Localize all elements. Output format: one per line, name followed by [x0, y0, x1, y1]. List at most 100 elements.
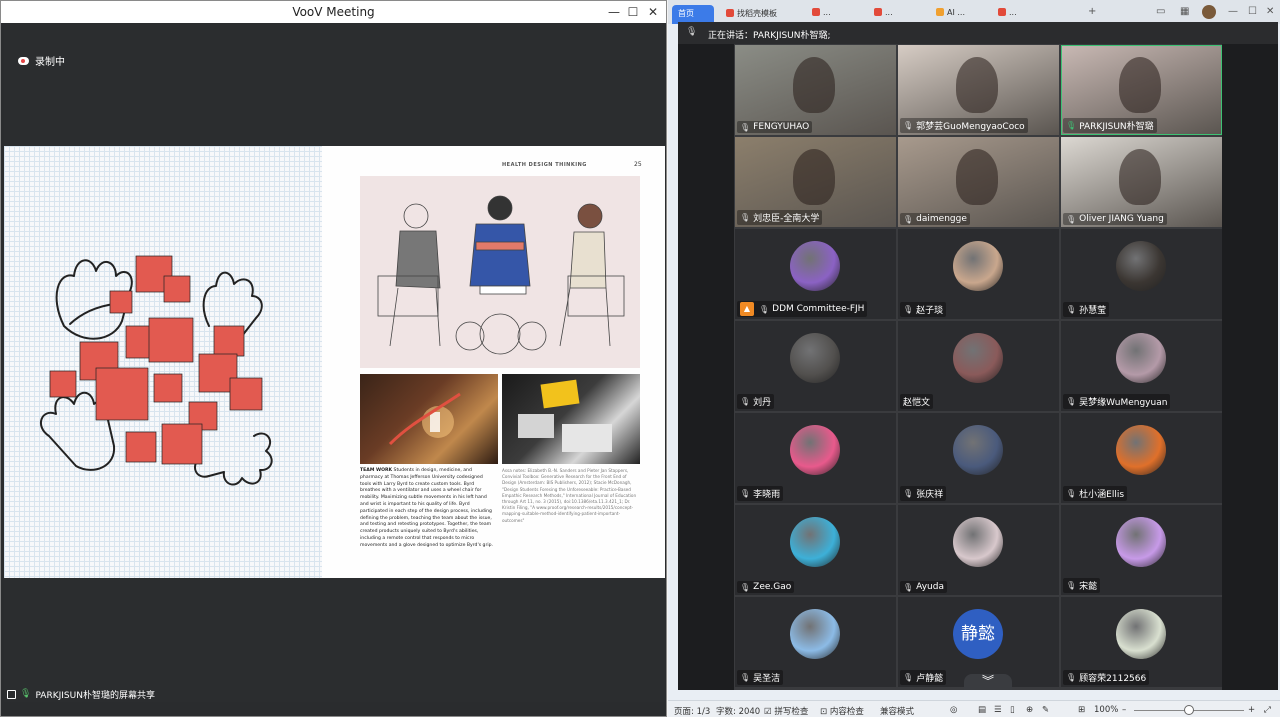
avatar	[790, 609, 840, 659]
ai-icon	[936, 8, 944, 16]
caption-notes: Assa notes: Elizabeth B.-N. Sanders and …	[502, 468, 637, 523]
participant-name: 🎙 吴圣洁	[737, 670, 784, 685]
participant-tile[interactable]: 🎙 Ayuda	[898, 505, 1059, 595]
compat-mode: 兼容模式	[880, 707, 915, 717]
participant-name: 🎙 李晓雨	[737, 486, 784, 501]
zoom-slider-knob[interactable]	[1184, 705, 1194, 715]
meeting-gallery: 🎙 正在讲话：PARKJISUN朴智璐; 🎙 FENGYUHAO 🎙 郭梦芸GuoMe…	[678, 22, 1278, 690]
participant-name: 🎙 宋懿	[1063, 578, 1101, 593]
new-tab-button[interactable]: +	[1088, 6, 1096, 17]
fit-icon[interactable]: ⊞	[1078, 705, 1085, 715]
participant-tile[interactable]: 🎙 吴梦缘WuMengyuan	[1061, 321, 1222, 411]
participant-video	[956, 57, 998, 113]
participant-tile[interactable]: 🎙 张庆祥	[898, 413, 1059, 503]
mic-icon: 🎙	[686, 27, 698, 37]
participant-name: 🎙 杜小涵Ellis	[1063, 486, 1128, 501]
page-view-icon[interactable]: ▤	[978, 705, 986, 715]
avatar	[790, 333, 840, 383]
mic-icon: 🎙	[759, 304, 770, 314]
participant-name: 🎙 刘丹	[737, 394, 775, 409]
participant-tile[interactable]: 🎙 Zee.Gao	[735, 505, 896, 595]
user-avatar[interactable]	[1202, 5, 1216, 19]
participant-name: 🎙 FENGYUHAO	[737, 121, 813, 133]
participant-tile[interactable]: 🎙 郭梦芸GuoMengyaoCoco	[898, 45, 1059, 135]
browser-window: 首页 找稻壳模板 ... ... AI ... ... + ▭ ▦ — ☐ ✕ …	[668, 0, 1280, 717]
participant-name: 🎙 吴梦缘WuMengyuan	[1063, 394, 1171, 409]
photo-hands-wires	[360, 374, 498, 464]
maximize-icon[interactable]: ☐	[1248, 6, 1257, 17]
tab-bar: 首页 找稻壳模板 ... ... AI ... ... + ▭ ▦ — ☐ ✕	[668, 0, 1280, 24]
mic-icon: 🎙	[1066, 397, 1077, 406]
doc-icon	[998, 8, 1006, 16]
participant-tile[interactable]: 🎙 赵子琰	[898, 229, 1059, 319]
scroll-down-button[interactable]: ︾	[964, 674, 1012, 690]
web-icon[interactable]: ⊕	[1026, 705, 1033, 715]
bottom-panel	[4, 578, 665, 686]
mic-icon: 🎙	[1066, 305, 1077, 314]
speaker-bar: 🎙 正在讲话：PARKJISUN朴智璐;	[678, 22, 1278, 44]
participant-tile[interactable]: 🎙 刘丹	[735, 321, 896, 411]
avatar	[790, 517, 840, 567]
mic-icon: 🎙	[903, 673, 914, 682]
participant-tile[interactable]: 🎙 FENGYUHAO	[735, 45, 896, 135]
participant-tile[interactable]: 🎙 顾容荣2112566	[1061, 597, 1222, 687]
eye-icon[interactable]: ◎	[950, 705, 957, 715]
voov-window: VooV Meeting — ☐ ✕ 录制中 HEALTH DESIGN THI…	[0, 0, 667, 717]
participant-tile[interactable]: ▲ 🎙 DDM Committee-FJH	[735, 229, 896, 319]
close-icon[interactable]: ✕	[1266, 6, 1274, 17]
window-title: VooV Meeting	[292, 5, 375, 19]
mic-icon: 🎙	[903, 121, 914, 130]
photo-devices	[502, 374, 640, 464]
participant-name: 🎙 孙慧莹	[1063, 302, 1110, 317]
fullscreen-icon[interactable]: ⤢	[1264, 705, 1271, 715]
participant-name: 🎙 PARKJISUN朴智璐	[1063, 118, 1157, 133]
mic-icon: 🎙	[1066, 673, 1077, 682]
avatar	[953, 241, 1003, 291]
participant-tile[interactable]: 🎙 PARKJISUN朴智璐	[1061, 45, 1222, 135]
participant-tile[interactable]: 赵恺文	[898, 321, 1059, 411]
page-number: 25	[634, 161, 642, 168]
close-button[interactable]: ✕	[644, 3, 662, 21]
participant-tile[interactable]: 🎙 李晓雨	[735, 413, 896, 503]
participant-name: ▲ 🎙 DDM Committee-FJH	[737, 301, 868, 317]
mic-icon: 🎙	[740, 673, 751, 682]
participant-name: 🎙 daimengge	[900, 213, 970, 225]
read-icon[interactable]: ▯	[1010, 705, 1015, 715]
participant-tile[interactable]: 🎙 宋懿	[1061, 505, 1222, 595]
layout-icon[interactable]: ▭	[1156, 6, 1165, 17]
minimize-icon[interactable]: —	[1228, 6, 1238, 17]
outline-icon[interactable]: ☰	[994, 705, 1002, 715]
participant-name: 赵恺文	[900, 394, 934, 409]
grid-icon[interactable]: ▦	[1180, 6, 1189, 17]
mic-icon: 🎙	[903, 305, 914, 314]
participant-tile[interactable]: 🎙 杜小涵Ellis	[1061, 413, 1222, 503]
host-badge-icon: ▲	[740, 302, 754, 316]
participant-video	[1119, 57, 1161, 113]
participant-name: 🎙 卢静懿	[900, 670, 947, 685]
avatar	[953, 517, 1003, 567]
voov-titlebar: VooV Meeting — ☐ ✕	[1, 1, 666, 23]
edit-icon[interactable]: ✎	[1042, 705, 1049, 715]
caption-team-work: TEAM WORK Students in design, medicine, …	[360, 468, 494, 548]
editor-status-bar: 页面: 1/3 字数: 2040 ☑ 拼写检查 ⊡ 内容检查 兼容模式 ◎ ▤ …	[668, 700, 1280, 717]
doc-icon	[726, 9, 734, 17]
maximize-button[interactable]: ☐	[624, 3, 642, 21]
participant-tile[interactable]: 🎙 Oliver JIANG Yuang	[1061, 137, 1222, 227]
avatar	[790, 425, 840, 475]
mic-icon: 🎙	[1066, 214, 1077, 224]
mic-icon: 🎙	[903, 214, 914, 224]
zoom-in-button[interactable]: +	[1248, 705, 1255, 715]
participant-tile[interactable]: 🎙 刘忠臣-全南大学	[735, 137, 896, 227]
mic-icon: 🎙	[740, 489, 751, 498]
minimize-button[interactable]: —	[605, 3, 623, 21]
sharing-label: PARKJISUN朴智璐的屏幕共享	[35, 690, 155, 701]
participant-tile[interactable]: 🎙 吴圣洁	[735, 597, 896, 687]
screen-share-icon	[7, 689, 16, 699]
participant-tile[interactable]: 🎙 孙慧莹	[1061, 229, 1222, 319]
spell-check[interactable]: ☑ 拼写检查	[764, 705, 808, 717]
zoom-out-button[interactable]: –	[1122, 705, 1126, 715]
participant-tile[interactable]: 🎙 daimengge	[898, 137, 1059, 227]
recording-indicator[interactable]: 录制中	[18, 53, 65, 68]
content-check[interactable]: ⊡ 内容检查	[820, 705, 864, 717]
doc-icon	[812, 8, 820, 16]
